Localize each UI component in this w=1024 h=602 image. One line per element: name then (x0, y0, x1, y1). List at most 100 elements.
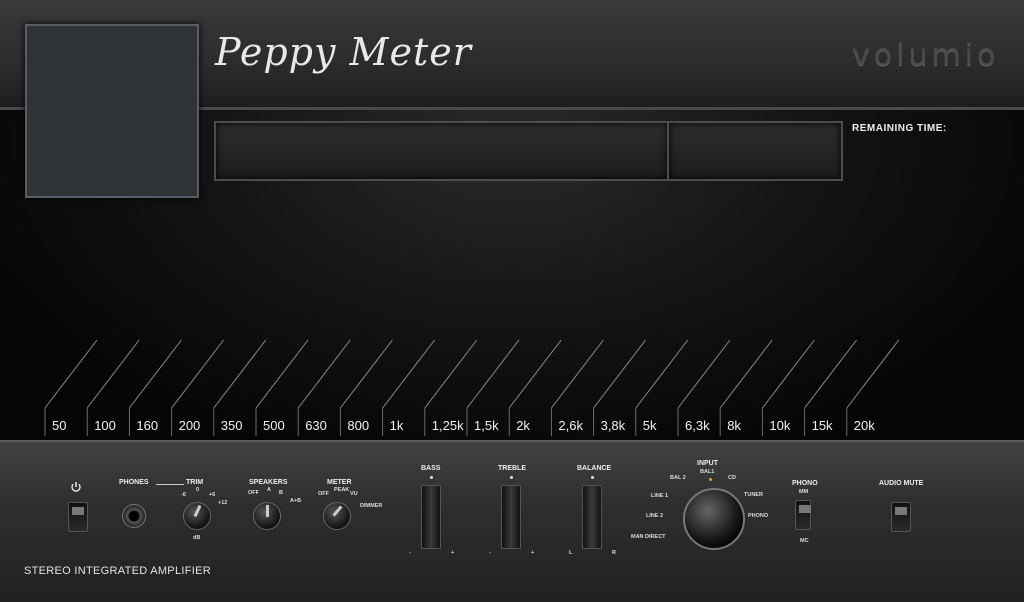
band-label: 1,25k (431, 418, 464, 433)
trim-knob[interactable] (183, 502, 211, 530)
app-title: Peppy Meter (215, 30, 472, 74)
phono-label: PHONO (792, 480, 818, 487)
band-label: 3,8k (600, 418, 626, 433)
band-slash (86, 339, 140, 409)
trim-opt-1: 0 (196, 487, 200, 493)
band-slash (297, 339, 351, 409)
speakers-opt-0: OFF (248, 490, 259, 496)
input-label: INPUT (697, 460, 718, 467)
input-indicator (709, 478, 712, 481)
band-slash (382, 339, 435, 409)
bass-fader[interactable] (421, 485, 441, 549)
phones-label: PHONES (119, 479, 149, 486)
phono-mm-label: MM (799, 489, 809, 495)
band-slash (593, 339, 646, 409)
speakers-opt-3: A+B (290, 498, 302, 504)
band-slash (340, 339, 393, 409)
balance-fader[interactable] (582, 485, 602, 549)
band-slash (171, 339, 224, 409)
time-panel (667, 121, 843, 181)
trim-opt-2: +6 (209, 492, 216, 498)
band-label: 1k (389, 418, 404, 433)
input-opt-cd: CD (728, 475, 736, 481)
band-label: 50 (52, 418, 67, 433)
band-label: 350 (220, 418, 243, 433)
band-slash (551, 339, 604, 409)
band-label: 160 (136, 418, 159, 433)
treble-minus: - (489, 550, 491, 556)
band-label: 10k (769, 418, 791, 433)
remaining-time-label: REMAINING TIME: (852, 123, 947, 134)
balance-label: BALANCE (577, 465, 612, 472)
band-label: 15k (811, 418, 833, 433)
band-label: 20k (853, 418, 875, 433)
band-label: 630 (305, 418, 327, 433)
meter-opt-2: VU (350, 491, 358, 497)
treble-plus: + (531, 550, 535, 556)
input-opt-bal2: BAL 2 (670, 475, 686, 481)
band-label: 5k (642, 418, 657, 433)
meter-opt-0: OFF (318, 491, 329, 497)
input-opt-man-direct: MAN DIRECT (631, 534, 666, 540)
band-label: 800 (347, 418, 370, 433)
band-slash (424, 339, 478, 409)
phones-jack (122, 504, 146, 528)
speakers-knob[interactable] (253, 502, 281, 530)
amplifier-caption: STEREO INTEGRATED AMPLIFIER (24, 565, 211, 577)
input-opt-bal1: BAL1 (700, 469, 715, 475)
band-slash (466, 339, 520, 409)
input-opt-phono: PHONO (748, 513, 769, 519)
input-opt-line2: LINE 2 (646, 513, 664, 519)
power-icon (71, 482, 81, 492)
band-label: 1,5k (474, 418, 499, 433)
band-label: 6,3k (685, 418, 710, 433)
meter-opt-1: PEAK (334, 487, 350, 493)
trim-unit: dB (193, 535, 201, 541)
band-slash (508, 339, 562, 409)
meter-knob[interactable] (323, 502, 351, 530)
phono-switch[interactable] (795, 500, 811, 530)
treble-fader[interactable] (501, 485, 521, 549)
band-label: 500 (263, 418, 285, 433)
input-opt-line1: LINE 1 (651, 493, 669, 499)
meter-label: METER (327, 479, 352, 486)
balance-right: R (612, 550, 616, 556)
bass-minus: - (409, 550, 411, 556)
meter-opt-3: DIMMER (360, 503, 383, 509)
bass-label: BASS (421, 465, 441, 472)
band-label: 2,6k (558, 418, 583, 433)
band-slash (255, 339, 309, 409)
trim-divider (156, 484, 184, 485)
treble-label: TREBLE (498, 465, 526, 472)
speakers-opt-1: A (267, 487, 271, 493)
power-switch[interactable] (68, 502, 88, 532)
band-slash (677, 339, 731, 409)
album-art (25, 24, 199, 198)
trim-label: TRIM (186, 479, 204, 486)
speakers-opt-2: B (279, 490, 283, 496)
band-slash (762, 339, 815, 409)
band-label: 8k (727, 418, 741, 433)
bass-marker (430, 476, 433, 479)
trim-opt-0: -6 (181, 492, 186, 498)
brand-logo: volumio (852, 38, 1000, 73)
band-label: 2k (516, 418, 530, 433)
band-slash (719, 339, 773, 409)
phono-mc-label: MC (800, 538, 809, 544)
band-label: 100 (94, 418, 116, 433)
band-slash (804, 339, 857, 409)
trim-opt-3: +12 (218, 500, 228, 506)
audio-mute-switch[interactable] (891, 502, 911, 532)
balance-left: L (569, 550, 573, 556)
band-slash (846, 339, 900, 409)
band-slash (129, 339, 182, 409)
treble-marker (510, 476, 513, 479)
speakers-label: SPEAKERS (249, 479, 288, 486)
band-slash (213, 339, 267, 409)
band-slash (44, 339, 98, 409)
band-label: 200 (178, 418, 201, 433)
balance-marker (591, 476, 594, 479)
input-selector-knob[interactable] (683, 488, 745, 550)
band-slash (635, 339, 689, 409)
track-title-panel (214, 121, 670, 181)
